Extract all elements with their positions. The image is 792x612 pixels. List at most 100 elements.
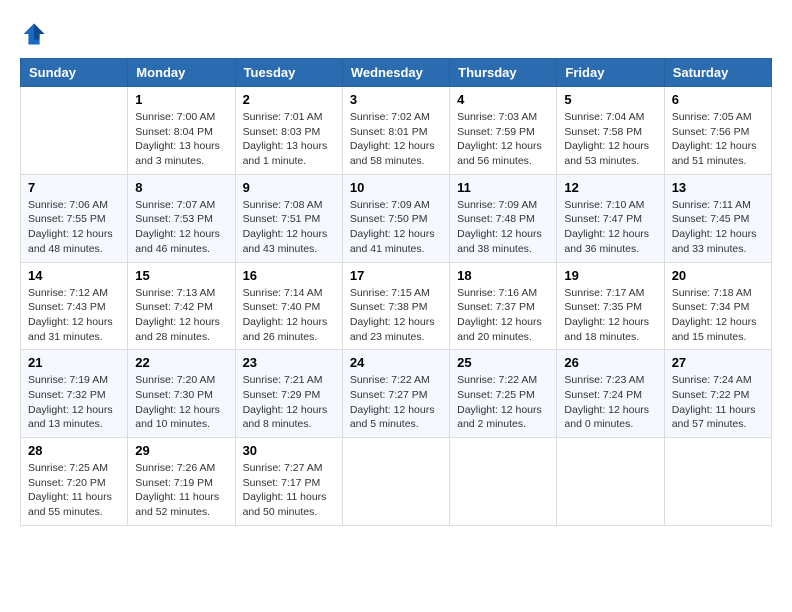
day-info: Sunrise: 7:06 AMSunset: 7:55 PMDaylight:… (28, 198, 120, 257)
calendar-day-cell: 15 Sunrise: 7:13 AMSunset: 7:42 PMDayligh… (128, 262, 235, 350)
day-info: Sunrise: 7:18 AMSunset: 7:34 PMDaylight:… (672, 286, 764, 345)
day-number: 5 (564, 92, 656, 107)
day-number: 15 (135, 268, 227, 283)
day-number: 20 (672, 268, 764, 283)
calendar-day-cell: 6 Sunrise: 7:05 AMSunset: 7:56 PMDaylight… (664, 87, 771, 175)
calendar-day-cell: 27 Sunrise: 7:24 AMSunset: 7:22 PMDayligh… (664, 350, 771, 438)
page-header (20, 20, 772, 48)
day-info: Sunrise: 7:08 AMSunset: 7:51 PMDaylight:… (243, 198, 335, 257)
day-info: Sunrise: 7:02 AMSunset: 8:01 PMDaylight:… (350, 110, 442, 169)
day-info: Sunrise: 7:09 AMSunset: 7:50 PMDaylight:… (350, 198, 442, 257)
day-of-week-header: Tuesday (235, 59, 342, 87)
day-info: Sunrise: 7:01 AMSunset: 8:03 PMDaylight:… (243, 110, 335, 169)
day-number: 24 (350, 355, 442, 370)
calendar-day-cell: 19 Sunrise: 7:17 AMSunset: 7:35 PMDayligh… (557, 262, 664, 350)
calendar-day-cell: 17 Sunrise: 7:15 AMSunset: 7:38 PMDayligh… (342, 262, 449, 350)
calendar-table: SundayMondayTuesdayWednesdayThursdayFrid… (20, 58, 772, 526)
day-of-week-header: Saturday (664, 59, 771, 87)
day-info: Sunrise: 7:10 AMSunset: 7:47 PMDaylight:… (564, 198, 656, 257)
day-info: Sunrise: 7:00 AMSunset: 8:04 PMDaylight:… (135, 110, 227, 169)
calendar-day-cell (21, 87, 128, 175)
day-number: 10 (350, 180, 442, 195)
calendar-day-cell: 29Sunrise: 7:26 AMSunset: 7:19 PMDayligh… (128, 438, 235, 526)
calendar-day-cell: 22 Sunrise: 7:20 AMSunset: 7:30 PMDayligh… (128, 350, 235, 438)
calendar-day-cell: 21 Sunrise: 7:19 AMSunset: 7:32 PMDayligh… (21, 350, 128, 438)
calendar-week-row: 28 Sunrise: 7:25 AMSunset: 7:20 PMDayligh… (21, 438, 772, 526)
calendar-day-cell: 23 Sunrise: 7:21 AMSunset: 7:29 PMDayligh… (235, 350, 342, 438)
day-number: 11 (457, 180, 549, 195)
calendar-day-cell: 24Sunrise: 7:22 AMSunset: 7:27 PMDayligh… (342, 350, 449, 438)
day-number: 14 (28, 268, 120, 283)
day-number: 7 (28, 180, 120, 195)
day-info: Sunrise: 7:19 AMSunset: 7:32 PMDaylight:… (28, 373, 120, 432)
calendar-header-row: SundayMondayTuesdayWednesdayThursdayFrid… (21, 59, 772, 87)
calendar-day-cell: 9 Sunrise: 7:08 AMSunset: 7:51 PMDaylight… (235, 174, 342, 262)
calendar-week-row: 21 Sunrise: 7:19 AMSunset: 7:32 PMDayligh… (21, 350, 772, 438)
day-number: 8 (135, 180, 227, 195)
calendar-day-cell: 1 Sunrise: 7:00 AMSunset: 8:04 PMDaylight… (128, 87, 235, 175)
day-number: 22 (135, 355, 227, 370)
calendar-day-cell (342, 438, 449, 526)
calendar-day-cell: 28 Sunrise: 7:25 AMSunset: 7:20 PMDayligh… (21, 438, 128, 526)
day-number: 25 (457, 355, 549, 370)
calendar-day-cell (557, 438, 664, 526)
day-info: Sunrise: 7:21 AMSunset: 7:29 PMDaylight:… (243, 373, 335, 432)
day-number: 27 (672, 355, 764, 370)
day-info: Sunrise: 7:22 AMSunset: 7:25 PMDaylight:… (457, 373, 549, 432)
day-of-week-header: Thursday (450, 59, 557, 87)
calendar-day-cell: 10 Sunrise: 7:09 AMSunset: 7:50 PMDayligh… (342, 174, 449, 262)
day-number: 23 (243, 355, 335, 370)
day-number: 19 (564, 268, 656, 283)
calendar-day-cell: 20 Sunrise: 7:18 AMSunset: 7:34 PMDayligh… (664, 262, 771, 350)
day-info: Sunrise: 7:12 AMSunset: 7:43 PMDaylight:… (28, 286, 120, 345)
day-info: Sunrise: 7:09 AMSunset: 7:48 PMDaylight:… (457, 198, 549, 257)
day-number: 6 (672, 92, 764, 107)
logo (20, 20, 52, 48)
day-number: 2 (243, 92, 335, 107)
day-number: 4 (457, 92, 549, 107)
day-info: Sunrise: 7:15 AMSunset: 7:38 PMDaylight:… (350, 286, 442, 345)
day-number: 3 (350, 92, 442, 107)
calendar-day-cell (664, 438, 771, 526)
day-info: Sunrise: 7:27 AMSunset: 7:17 PMDaylight:… (243, 461, 335, 520)
day-info: Sunrise: 7:04 AMSunset: 7:58 PMDaylight:… (564, 110, 656, 169)
day-number: 9 (243, 180, 335, 195)
day-info: Sunrise: 7:23 AMSunset: 7:24 PMDaylight:… (564, 373, 656, 432)
day-info: Sunrise: 7:16 AMSunset: 7:37 PMDaylight:… (457, 286, 549, 345)
calendar-day-cell: 12 Sunrise: 7:10 AMSunset: 7:47 PMDayligh… (557, 174, 664, 262)
calendar-day-cell: 14 Sunrise: 7:12 AMSunset: 7:43 PMDayligh… (21, 262, 128, 350)
day-info: Sunrise: 7:24 AMSunset: 7:22 PMDaylight:… (672, 373, 764, 432)
calendar-day-cell: 30 Sunrise: 7:27 AMSunset: 7:17 PMDayligh… (235, 438, 342, 526)
day-info: Sunrise: 7:25 AMSunset: 7:20 PMDaylight:… (28, 461, 120, 520)
day-of-week-header: Friday (557, 59, 664, 87)
calendar-day-cell: 4Sunrise: 7:03 AMSunset: 7:59 PMDaylight… (450, 87, 557, 175)
day-info: Sunrise: 7:05 AMSunset: 7:56 PMDaylight:… (672, 110, 764, 169)
calendar-day-cell: 13Sunrise: 7:11 AMSunset: 7:45 PMDayligh… (664, 174, 771, 262)
calendar-day-cell: 11 Sunrise: 7:09 AMSunset: 7:48 PMDayligh… (450, 174, 557, 262)
calendar-day-cell: 26 Sunrise: 7:23 AMSunset: 7:24 PMDayligh… (557, 350, 664, 438)
day-number: 12 (564, 180, 656, 195)
calendar-week-row: 1 Sunrise: 7:00 AMSunset: 8:04 PMDaylight… (21, 87, 772, 175)
day-number: 17 (350, 268, 442, 283)
calendar-day-cell: 7 Sunrise: 7:06 AMSunset: 7:55 PMDaylight… (21, 174, 128, 262)
calendar-day-cell: 18Sunrise: 7:16 AMSunset: 7:37 PMDayligh… (450, 262, 557, 350)
day-number: 1 (135, 92, 227, 107)
day-of-week-header: Wednesday (342, 59, 449, 87)
day-number: 28 (28, 443, 120, 458)
calendar-week-row: 14 Sunrise: 7:12 AMSunset: 7:43 PMDayligh… (21, 262, 772, 350)
day-info: Sunrise: 7:20 AMSunset: 7:30 PMDaylight:… (135, 373, 227, 432)
calendar-day-cell: 3 Sunrise: 7:02 AMSunset: 8:01 PMDaylight… (342, 87, 449, 175)
day-number: 26 (564, 355, 656, 370)
calendar-week-row: 7 Sunrise: 7:06 AMSunset: 7:55 PMDaylight… (21, 174, 772, 262)
day-info: Sunrise: 7:13 AMSunset: 7:42 PMDaylight:… (135, 286, 227, 345)
day-of-week-header: Sunday (21, 59, 128, 87)
calendar-day-cell: 16 Sunrise: 7:14 AMSunset: 7:40 PMDayligh… (235, 262, 342, 350)
day-info: Sunrise: 7:14 AMSunset: 7:40 PMDaylight:… (243, 286, 335, 345)
day-number: 21 (28, 355, 120, 370)
day-number: 16 (243, 268, 335, 283)
day-info: Sunrise: 7:26 AMSunset: 7:19 PMDaylight:… (135, 461, 227, 520)
day-number: 30 (243, 443, 335, 458)
day-info: Sunrise: 7:07 AMSunset: 7:53 PMDaylight:… (135, 198, 227, 257)
day-info: Sunrise: 7:17 AMSunset: 7:35 PMDaylight:… (564, 286, 656, 345)
calendar-day-cell: 5 Sunrise: 7:04 AMSunset: 7:58 PMDaylight… (557, 87, 664, 175)
